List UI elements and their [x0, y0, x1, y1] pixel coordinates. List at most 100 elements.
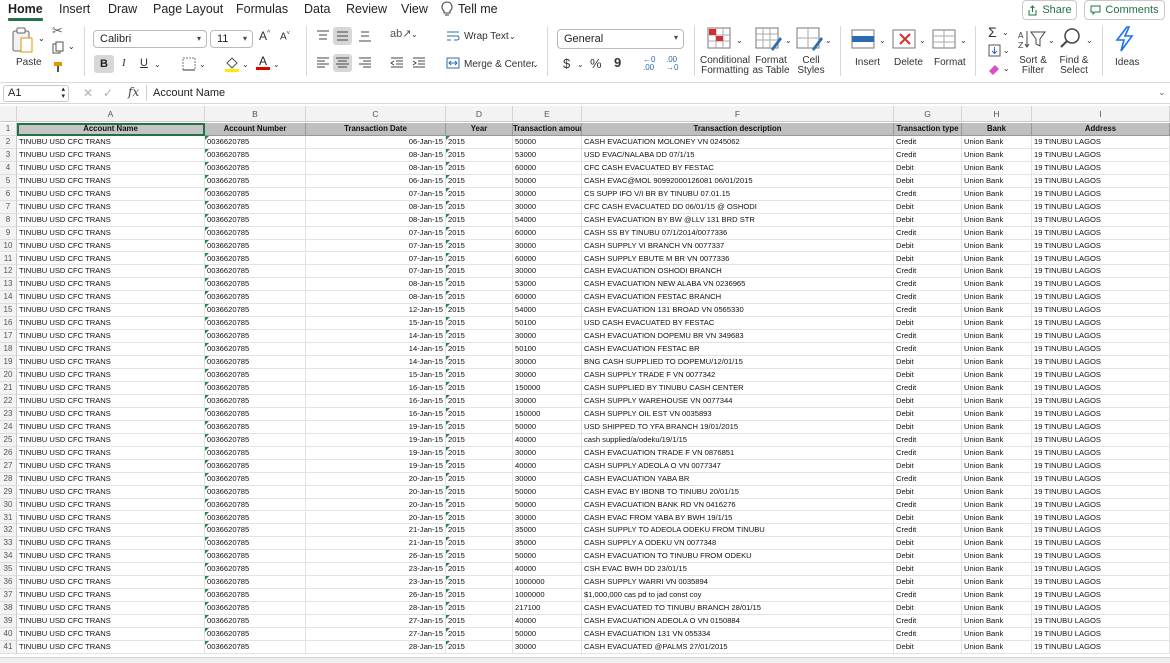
table-cell[interactable]: CASH EVACUATION 131 VN 055334	[582, 628, 894, 641]
merge-chevron-icon[interactable]: ⌄	[532, 60, 539, 69]
table-cell[interactable]: 21-Jan-15	[306, 524, 446, 538]
insert-cells-button[interactable]: Insert	[855, 57, 880, 68]
table-cell[interactable]: 19 TINUBU LAGOS	[1032, 394, 1170, 408]
align-left-icon[interactable]	[316, 57, 330, 69]
table-cell[interactable]: TINUBU USD CFC TRANS	[17, 615, 205, 629]
table-cell[interactable]: 50000	[513, 420, 582, 434]
table-cell[interactable]: Union Bank	[962, 330, 1032, 344]
table-cell[interactable]: 2015	[446, 291, 513, 305]
table-cell[interactable]: 0036620785	[205, 278, 306, 292]
table-cell[interactable]: Union Bank	[962, 343, 1032, 357]
table-cell[interactable]: TINUBU USD CFC TRANS	[17, 641, 205, 654]
table-cell[interactable]: Union Bank	[962, 524, 1032, 538]
table-cell[interactable]: TINUBU USD CFC TRANS	[17, 200, 205, 214]
table-cell[interactable]: CASH EVACUATION 131 BROAD VN 0565330	[582, 304, 894, 318]
table-cell[interactable]: TINUBU USD CFC TRANS	[17, 602, 205, 616]
bold-button[interactable]: B	[94, 55, 114, 73]
table-cell[interactable]: 1000000	[513, 589, 582, 603]
table-cell[interactable]: CASH EVACUATION OSHODI BRANCH	[582, 265, 894, 279]
table-cell[interactable]: 19 TINUBU LAGOS	[1032, 382, 1170, 395]
tab-formulas[interactable]: Formulas	[236, 2, 288, 16]
table-cell[interactable]: CASH EVACUATION BANK RD VN 0416276	[582, 498, 894, 512]
orientation-chevron-icon[interactable]: ⌄	[411, 30, 418, 39]
table-cell[interactable]: TINUBU USD CFC TRANS	[17, 174, 205, 188]
cell-styles-icon[interactable]	[796, 27, 824, 51]
row-header[interactable]: 10	[0, 239, 17, 253]
table-cell[interactable]: 150000	[513, 382, 582, 395]
align-middle-button[interactable]	[333, 27, 352, 45]
increase-decimal-icon[interactable]: ←0.00	[643, 56, 655, 72]
row-header[interactable]: 36	[0, 576, 17, 590]
font-size-dropdown[interactable]: 11 ▾	[210, 30, 253, 48]
table-cell[interactable]: 2015	[446, 433, 513, 447]
table-cell[interactable]: 19 TINUBU LAGOS	[1032, 498, 1170, 512]
conditional-formatting-button[interactable]: Conditional Formatting	[700, 56, 750, 76]
table-cell[interactable]: CASH EVACUATION FESTAC BRANCH	[582, 291, 894, 305]
table-cell[interactable]: 0036620785	[205, 239, 306, 253]
number-format-dropdown[interactable]: General ▾	[557, 29, 684, 49]
table-cell[interactable]: 0036620785	[205, 265, 306, 279]
column-header-col-i[interactable]: I	[1032, 106, 1170, 122]
table-cell[interactable]: 2015	[446, 369, 513, 382]
row-header[interactable]: 41	[0, 641, 17, 654]
insert-chevron-icon[interactable]: ⌄	[879, 36, 886, 45]
row-header[interactable]: 32	[0, 524, 17, 538]
table-cell[interactable]: Union Bank	[962, 356, 1032, 370]
comments-button[interactable]: Comments	[1084, 0, 1165, 20]
tab-insert[interactable]: Insert	[59, 2, 90, 16]
table-cell[interactable]: 19-Jan-15	[306, 459, 446, 473]
table-cell[interactable]: 19 TINUBU LAGOS	[1032, 446, 1170, 460]
table-cell[interactable]: TINUBU USD CFC TRANS	[17, 407, 205, 421]
table-cell[interactable]: TINUBU USD CFC TRANS	[17, 161, 205, 175]
table-cell[interactable]: 2015	[446, 446, 513, 460]
table-cell[interactable]: 19 TINUBU LAGOS	[1032, 252, 1170, 266]
table-cell[interactable]: TINUBU USD CFC TRANS	[17, 563, 205, 577]
table-cell[interactable]: Debit	[894, 537, 962, 551]
column-header-col-g[interactable]: G	[894, 106, 962, 122]
table-cell[interactable]: 60000	[513, 161, 582, 175]
table-cell[interactable]: 2015	[446, 343, 513, 357]
table-cell[interactable]: 19 TINUBU LAGOS	[1032, 200, 1170, 214]
header-cell[interactable]: Account Name	[17, 123, 205, 136]
table-cell[interactable]: 0036620785	[205, 615, 306, 629]
table-cell[interactable]: 0036620785	[205, 459, 306, 473]
font-name-dropdown[interactable]: Calibri ▾	[93, 30, 207, 48]
table-cell[interactable]: 19 TINUBU LAGOS	[1032, 615, 1170, 629]
table-cell[interactable]: CASH EVACUATION FESTAC BR	[582, 343, 894, 357]
table-cell[interactable]: Debit	[894, 213, 962, 227]
table-cell[interactable]: Union Bank	[962, 589, 1032, 603]
table-cell[interactable]: Union Bank	[962, 252, 1032, 266]
ideas-button[interactable]: Ideas	[1115, 57, 1139, 68]
column-header-col-f[interactable]: F	[582, 106, 894, 122]
row-header[interactable]: 17	[0, 330, 17, 344]
table-cell[interactable]: CASH EVACUATION YABA BR	[582, 472, 894, 486]
table-cell[interactable]: 0036620785	[205, 382, 306, 395]
table-cell[interactable]: 0036620785	[205, 576, 306, 590]
table-cell[interactable]: Credit	[894, 628, 962, 641]
table-cell[interactable]: 50000	[513, 628, 582, 641]
table-cell[interactable]: Debit	[894, 485, 962, 499]
table-cell[interactable]: CASH EVAC@MOL 90992000126081 06/01/2015	[582, 174, 894, 188]
table-cell[interactable]: 53000	[513, 148, 582, 162]
table-cell[interactable]: 1000000	[513, 576, 582, 590]
table-cell[interactable]: 21-Jan-15	[306, 537, 446, 551]
column-header-col-h[interactable]: H	[962, 106, 1032, 122]
table-cell[interactable]: 30000	[513, 472, 582, 486]
table-cell[interactable]: 0036620785	[205, 317, 306, 331]
table-cell[interactable]: $1,000,000 cas pd to jad const coy	[582, 589, 894, 603]
borders-icon[interactable]	[182, 57, 196, 71]
row-header[interactable]: 30	[0, 498, 17, 512]
table-cell[interactable]: 08-Jan-15	[306, 200, 446, 214]
header-cell[interactable]: Transaction amount	[513, 123, 582, 136]
table-cell[interactable]: TINUBU USD CFC TRANS	[17, 459, 205, 473]
table-cell[interactable]: 2015	[446, 589, 513, 603]
table-cell[interactable]: 23-Jan-15	[306, 576, 446, 590]
confirm-icon[interactable]: ✓	[103, 86, 113, 100]
table-cell[interactable]: 20-Jan-15	[306, 485, 446, 499]
table-cell[interactable]: 19 TINUBU LAGOS	[1032, 628, 1170, 641]
table-cell[interactable]: Debit	[894, 394, 962, 408]
table-cell[interactable]: 2015	[446, 226, 513, 240]
table-cell[interactable]: 150000	[513, 407, 582, 421]
table-cell[interactable]: Union Bank	[962, 563, 1032, 577]
table-cell[interactable]: Debit	[894, 511, 962, 525]
